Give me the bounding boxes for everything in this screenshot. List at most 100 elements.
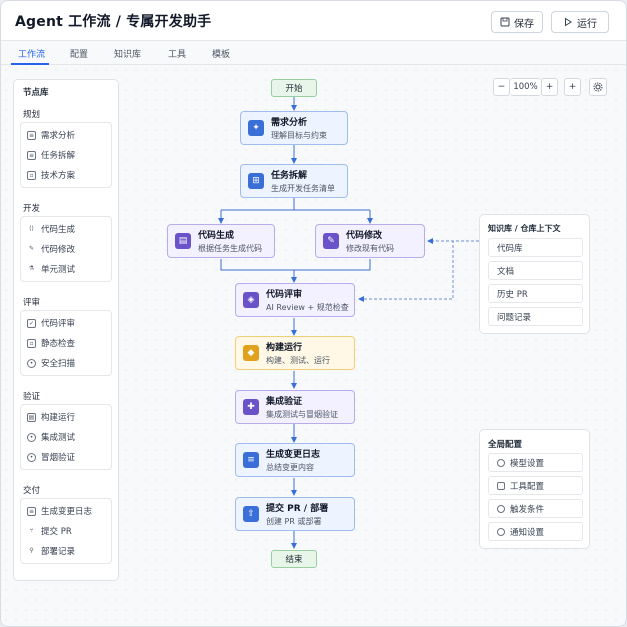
document-icon: ≡ (243, 452, 259, 468)
check-icon: ▫ (27, 338, 36, 348)
lib-item-unit-test[interactable]: ⚗ 单元测试 (27, 260, 75, 278)
gear-icon (593, 82, 603, 92)
list-icon: ≡ (27, 150, 36, 160)
bell-icon (497, 527, 505, 536)
target-icon: • (27, 432, 36, 442)
node-integration-verify[interactable]: ✚ 集成验证 集成测试与冒烟验证 (235, 390, 355, 424)
shield-icon: ◈ (243, 292, 259, 308)
tab-knowledge[interactable]: 知识库 (114, 47, 141, 60)
knowledge-item-pr-history[interactable]: 历史 PR (488, 284, 583, 303)
lib-item-integration-test[interactable]: • 集成测试 (27, 428, 75, 446)
save-label: 保存 (514, 18, 534, 30)
node-subtitle: 理解目标与约束 (271, 131, 327, 140)
lib-item-codegen[interactable]: ⟨⟩ 代码生成 (27, 220, 75, 238)
node-title: 需求分析 (271, 118, 308, 128)
knowledge-title: 知识库 / 仓库上下文 (488, 224, 561, 233)
tab-tools[interactable]: 工具 (168, 47, 186, 60)
lib-item-deploy-record[interactable]: ⚲ 部署记录 (27, 542, 75, 560)
node-title: 代码生成 (198, 231, 235, 241)
document-icon: ≡ (27, 130, 36, 140)
group-review: ✓ 代码评审 ▫ 静态检查 • 安全扫描 (20, 310, 112, 376)
knowledge-item-issues[interactable]: 问题记录 (488, 307, 583, 326)
end-node[interactable]: 结束 (271, 550, 317, 568)
build-icon: ▤ (27, 412, 36, 422)
node-build-run[interactable]: ◆ 构建运行构建、测试、运行 (235, 336, 355, 370)
save-button[interactable]: 保存 (491, 11, 543, 33)
node-subtitle: 生成开发任务清单 (271, 184, 335, 193)
tab-bar: 工作流 配置 知识库 工具 模板 (1, 41, 626, 65)
knowledge-panel: 知识库 / 仓库上下文 代码库 文档 历史 PR 问题记录 (479, 214, 590, 334)
add-node-button[interactable]: + (564, 78, 581, 96)
global-config-title: 全局配置 (488, 440, 523, 450)
start-node[interactable]: 开始 (271, 79, 317, 97)
node-subtitle: 根据任务生成代码 (198, 244, 262, 253)
group-title-planning: 规划 (23, 110, 41, 120)
code-file-icon: ▤ (175, 233, 191, 249)
node-requirement-analysis[interactable]: ✦ 需求分析 理解目标与约束 (240, 111, 348, 145)
page-title: Agent 工作流 / 专属开发助手 (15, 14, 212, 30)
node-subtitle: 构建、测试、运行 (266, 356, 330, 365)
log-icon: ≡ (27, 506, 36, 516)
lib-item-static-check[interactable]: ▫ 静态检查 (27, 334, 75, 352)
config-item-notify[interactable]: 通知设置 (488, 522, 583, 541)
group-title-verify: 验证 (23, 392, 41, 402)
node-subtitle: 创建 PR 或部署 (266, 517, 322, 526)
node-code-modification[interactable]: ✎ 代码修改 修改现有代码 (315, 224, 425, 258)
lib-item-tech-plan[interactable]: ▫ 技术方案 (27, 166, 75, 184)
lib-item-codemod[interactable]: ✎ 代码修改 (27, 240, 75, 258)
knowledge-item-docs[interactable]: 文档 (488, 261, 583, 280)
node-submit-deploy[interactable]: ⇧ 提交 PR / 部署 创建 PR 或部署 (235, 497, 355, 531)
zoom-out-button[interactable]: − (493, 78, 510, 96)
lib-item-requirement[interactable]: ≡ 需求分析 (27, 126, 75, 144)
run-label: 运行 (577, 18, 597, 30)
workflow-canvas[interactable]: 节点库 规划 ≡ 需求分析 ≡ 任务拆解 ▫ 技术方案 开发 ⟨⟩ 代码生成 ✎ 代码修改… (1, 65, 626, 626)
config-item-model[interactable]: 模型设置 (488, 453, 583, 472)
lib-item-code-review[interactable]: ✓ 代码评审 (27, 314, 75, 332)
tab-templates[interactable]: 模板 (212, 47, 230, 60)
config-item-tools[interactable]: 工具配置 (488, 476, 583, 495)
flask-icon: ⚗ (28, 264, 35, 272)
node-subtitle: 修改现有代码 (346, 244, 394, 253)
run-button[interactable]: 运行 (551, 11, 609, 33)
group-planning: ≡ 需求分析 ≡ 任务拆解 ▫ 技术方案 (20, 122, 112, 188)
lib-item-security-scan[interactable]: • 安全扫描 (27, 354, 75, 372)
node-task-breakdown[interactable]: ⊞ 任务拆解 生成开发任务清单 (240, 164, 348, 198)
node-title: 构建运行 (266, 343, 303, 353)
tool-icon (497, 481, 505, 490)
global-config-panel: 全局配置 模型设置 工具配置 触发条件 通知设置 (479, 429, 590, 549)
lib-item-changelog[interactable]: ≡ 生成变更日志 (27, 502, 92, 520)
tab-workflow[interactable]: 工作流 (18, 47, 45, 60)
knowledge-item-codebase[interactable]: 代码库 (488, 238, 583, 257)
zoom-in-button[interactable]: + (541, 78, 558, 96)
edge-breakdown-split (220, 198, 371, 222)
review-icon: ✓ (27, 318, 36, 328)
tab-config[interactable]: 配置 (70, 47, 88, 60)
config-item-trigger[interactable]: 触发条件 (488, 499, 583, 518)
settings-button[interactable] (589, 78, 607, 96)
lib-item-breakdown[interactable]: ≡ 任务拆解 (27, 146, 75, 164)
node-code-review[interactable]: ◈ 代码评审 AI Review + 规范检查 (235, 283, 355, 317)
lib-item-build-run[interactable]: ▤ 构建运行 (27, 408, 75, 426)
node-title: 代码评审 (266, 290, 303, 300)
zoom-level: 100% (510, 78, 541, 96)
edge-merge (220, 259, 371, 271)
group-title-review: 评审 (23, 298, 41, 308)
node-changelog[interactable]: ≡ 生成变更日志 总结变更内容 (235, 443, 355, 477)
header: Agent 工作流 / 专属开发助手 保存 运行 (1, 1, 626, 41)
node-code-generation[interactable]: ▤ 代码生成根据任务生成代码 (167, 224, 275, 258)
node-title: 提交 PR / 部署 (266, 504, 329, 514)
hierarchy-icon: ⊞ (248, 173, 264, 189)
group-dev: ⟨⟩ 代码生成 ✎ 代码修改 ⚗ 单元测试 (20, 216, 112, 282)
lib-item-submit-pr[interactable]: ⑂ 提交 PR (27, 522, 72, 540)
gear-icon (497, 458, 505, 467)
node-title: 生成变更日志 (266, 450, 321, 460)
build-shield-icon: ◆ (243, 345, 259, 361)
code-icon: ⟨⟩ (29, 224, 34, 232)
lib-item-smoke-test[interactable]: • 冒烟验证 (27, 448, 75, 466)
edit-icon: ✎ (28, 244, 35, 252)
play-icon (565, 17, 572, 27)
smoke-icon: • (27, 452, 36, 462)
group-deliver: ≡ 生成变更日志 ⑂ 提交 PR ⚲ 部署记录 (20, 498, 112, 564)
upload-icon: ⇧ (243, 506, 259, 522)
save-icon (500, 17, 510, 27)
